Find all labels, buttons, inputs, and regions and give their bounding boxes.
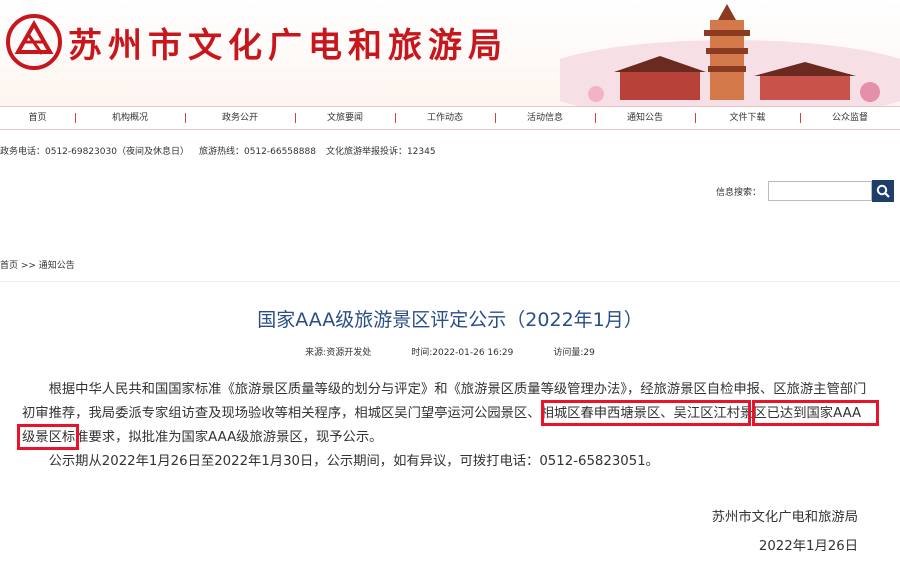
- complaint-line: 文化旅游举报投诉：12345: [325, 147, 436, 157]
- site-title: 苏州市文化广电和旅游局: [68, 26, 508, 66]
- article-title: 国家AAA级旅游景区评定公示（2022年1月）: [257, 309, 643, 331]
- divider: [0, 281, 900, 282]
- article-meta: 来源:资源开发处 时间:2022-01-26 16:29 访问量:29: [0, 345, 900, 358]
- highlight-box-spot-2a: [752, 400, 879, 426]
- nav-work-updates[interactable]: 工作动态: [395, 107, 495, 129]
- site-header: 苏州市文化广电和旅游局: [0, 0, 900, 106]
- separator-1: 、: [527, 406, 541, 421]
- search-icon: [876, 184, 890, 198]
- nav-home[interactable]: 首页: [0, 107, 75, 129]
- signature: 苏州市文化广电和旅游局: [711, 510, 858, 525]
- contact-strip: 政务电话：0512-69823030（夜间及休息日） 旅游热线：0512-6655…: [0, 144, 446, 157]
- article-time: 时间:2022-01-26 16:29: [411, 348, 514, 358]
- article-paragraph-2: 公示期从2022年1月26日至2022年1月30日，公示期间，如有异议，可拨打电…: [48, 454, 659, 469]
- search-button[interactable]: [872, 180, 894, 202]
- scenic-spot-1: 相城区吴门望亭运河公园景区: [354, 406, 528, 421]
- nav-supervision[interactable]: 公众监督: [800, 107, 900, 129]
- main-nav: 首页 机构概况 政务公开 文旅要闻 工作动态 活动信息 通知公告 文件下载 公众…: [0, 106, 900, 130]
- search-input[interactable]: [768, 181, 872, 201]
- nav-gov-affairs[interactable]: 政务公开: [185, 107, 295, 129]
- highlight-box-spot-1: [541, 400, 751, 426]
- article-views: 访问量:29: [553, 348, 595, 358]
- nav-notices[interactable]: 通知公告: [595, 107, 695, 129]
- nav-about[interactable]: 机构概况: [75, 107, 185, 129]
- highlight-box-spot-2b: [17, 424, 79, 450]
- signature-date: 2022年1月26日: [758, 539, 858, 554]
- breadcrumb[interactable]: 首页 >> 通知公告: [0, 258, 75, 271]
- article-body: 根据中华人民共和国国家标准《旅游景区质量等级的划分与评定》和《旅游景区质量等级管…: [22, 378, 867, 474]
- search-label: 信息搜索：: [716, 188, 762, 198]
- bureau-logo-icon: [6, 14, 62, 70]
- nav-news[interactable]: 文旅要闻: [295, 107, 395, 129]
- article-source: 来源:资源开发处: [305, 348, 372, 358]
- pagoda-banner-image: [560, 4, 900, 106]
- gov-phone: 政务电话：0512-69823030（夜间及休息日）: [0, 147, 189, 157]
- tour-hotline: 旅游热线：0512-66558888: [198, 147, 316, 157]
- nav-events[interactable]: 活动信息: [495, 107, 595, 129]
- nav-downloads[interactable]: 文件下载: [695, 107, 800, 129]
